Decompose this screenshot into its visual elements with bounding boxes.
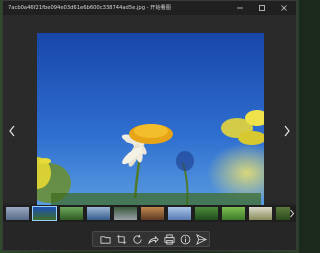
thumbnail[interactable] bbox=[168, 207, 191, 220]
thumbnail-strip bbox=[3, 205, 296, 222]
thumbnail[interactable] bbox=[141, 207, 164, 220]
thumbnail[interactable] bbox=[222, 207, 245, 220]
thumbnail[interactable] bbox=[114, 207, 137, 220]
minimize-icon[interactable] bbox=[232, 1, 248, 15]
main-photo bbox=[37, 33, 264, 205]
crop-icon[interactable] bbox=[115, 233, 128, 246]
send-icon[interactable] bbox=[195, 233, 208, 246]
info-icon[interactable] bbox=[179, 233, 192, 246]
print-icon[interactable] bbox=[163, 233, 176, 246]
thumbnail[interactable] bbox=[195, 207, 218, 220]
thumbnail-selected[interactable] bbox=[32, 206, 57, 221]
thumbnail[interactable] bbox=[87, 207, 110, 220]
rotate-icon[interactable] bbox=[131, 233, 144, 246]
thumbnail[interactable] bbox=[249, 207, 272, 220]
chevron-left-icon[interactable] bbox=[7, 125, 17, 139]
image-viewer-window: 7acb0a46f21fbe094e03d61e6b600c338744ad5e… bbox=[2, 0, 297, 251]
title-bar[interactable]: 7acb0a46f21fbe094e03d61e6b600c338744ad5e… bbox=[3, 1, 296, 15]
share-icon[interactable] bbox=[147, 233, 160, 246]
thumbnail[interactable] bbox=[6, 207, 29, 220]
maximize-icon[interactable] bbox=[254, 1, 270, 15]
window-title: 7acb0a46f21fbe094e03d61e6b600c338744ad5e… bbox=[8, 5, 171, 11]
bottom-toolbar bbox=[92, 231, 210, 247]
chevron-right-icon[interactable] bbox=[282, 125, 292, 139]
thumbnail[interactable] bbox=[276, 207, 290, 220]
close-icon[interactable] bbox=[276, 1, 292, 15]
thumbnail[interactable] bbox=[60, 207, 83, 220]
folder-icon[interactable] bbox=[99, 233, 112, 246]
chevron-right-icon[interactable] bbox=[289, 209, 295, 218]
